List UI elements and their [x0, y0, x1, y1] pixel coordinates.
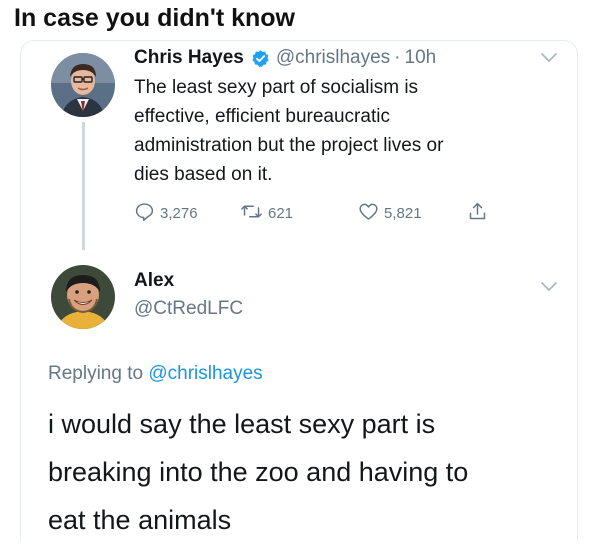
retweet-count: 621 [268, 205, 294, 222]
reply-count: 3,276 [160, 205, 198, 222]
reply-text-line: breaking into the zoo and having to [48, 457, 469, 487]
meme-caption: In case you didn't know [14, 4, 295, 32]
thread-connector-line [82, 122, 85, 250]
tweet-text-line: effective, efficient bureaucratic [134, 106, 390, 127]
tweet-text-line: dies based on it. [134, 164, 273, 185]
replying-to-line: Replying to @chrislhayes [48, 363, 263, 385]
replying-to-prefix: Replying to [48, 363, 144, 384]
heart-icon [358, 201, 379, 226]
author-handle[interactable]: @chrislhayes [276, 47, 390, 69]
tweet-text: The least sexy part of socialism is effe… [134, 73, 534, 189]
share-button[interactable] [467, 201, 488, 226]
tweet-header: Chris Hayes @chrislhayes · 10h [134, 47, 436, 69]
reply-text-line: eat the animals [48, 505, 232, 535]
retweet-icon [240, 201, 263, 226]
share-icon [467, 201, 488, 226]
tweet-timestamp[interactable]: 10h [405, 47, 437, 69]
reply-author-handle[interactable]: @CtRedLFC [134, 298, 243, 320]
avatar-alex[interactable] [51, 265, 115, 329]
like-button[interactable]: 5,821 [358, 201, 422, 226]
avatar-chris-hayes[interactable] [51, 53, 115, 117]
reply-icon [134, 201, 155, 226]
replying-to-mention[interactable]: @chrislhayes [148, 363, 262, 384]
like-count: 5,821 [384, 205, 422, 222]
author-name[interactable]: Chris Hayes [134, 47, 244, 69]
retweet-button[interactable]: 621 [240, 201, 293, 226]
verified-badge-icon [251, 49, 270, 68]
reply-button[interactable]: 3,276 [134, 201, 198, 226]
reply-author-name[interactable]: Alex [134, 270, 174, 292]
tweet-text-line: administration but the project lives or [134, 135, 444, 156]
tweet-text-line: The least sexy part of socialism is [134, 77, 419, 98]
chevron-down-icon[interactable] [541, 279, 557, 297]
reply-text: i would say the least sexy part is break… [48, 400, 568, 544]
reply-text-line: i would say the least sexy part is [48, 409, 436, 439]
header-separator: · [394, 47, 401, 68]
chevron-down-icon[interactable] [541, 50, 557, 68]
